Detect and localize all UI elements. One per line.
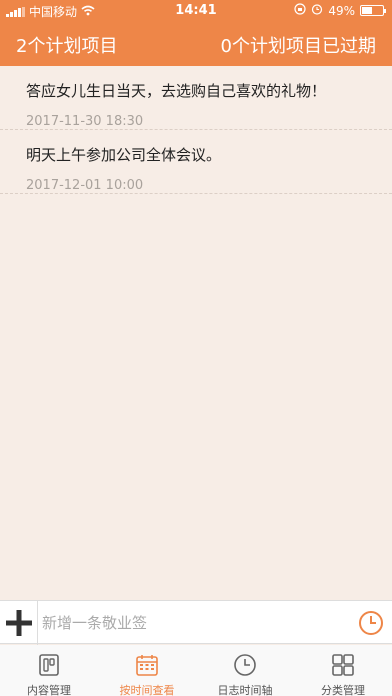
tab-bar: 内容管理 按时间查看 日志时间轴 分类管理 (0, 645, 392, 696)
plan-list: 答应女儿生日当天，去选购自己喜欢的礼物！ 2017-11-30 18:30 明天… (0, 66, 392, 194)
status-right: 49% (294, 3, 386, 18)
list-item[interactable]: 明天上午参加公司全体会议。 2017-12-01 10:00 (0, 130, 392, 194)
header: 2个计划项目 0个计划项目已过期 (0, 26, 392, 62)
battery-percent: 49% (328, 3, 355, 18)
grid-icon (332, 654, 354, 676)
add-button[interactable] (0, 601, 38, 645)
item-title: 明天上午参加公司全体会议。 (26, 146, 222, 164)
plan-count-title: 2个计划项目 (16, 36, 118, 57)
item-time: 2017-12-01 10:00 (26, 178, 144, 193)
tab-label: 日志时间轴 (217, 684, 273, 696)
clock-icon (359, 611, 383, 635)
top-bar: 中国移动 14:41 49% 2个计划项目 0个计划项目已过期 (0, 0, 392, 66)
input-bar (0, 600, 392, 645)
tab-label: 内容管理 (27, 684, 71, 696)
rotation-lock-icon (294, 3, 306, 18)
item-title: 答应女儿生日当天，去选购自己喜欢的礼物！ (26, 82, 327, 100)
tab-label: 按时间查看 (119, 684, 175, 696)
battery-icon (360, 5, 386, 16)
overdue-count-title: 0个计划项目已过期 (220, 36, 376, 57)
list-item[interactable]: 答应女儿生日当天，去选购自己喜欢的礼物！ 2017-11-30 18:30 (0, 66, 392, 130)
calendar-icon (136, 655, 158, 676)
content-icon (39, 654, 59, 676)
status-bar: 中国移动 14:41 49% (0, 0, 392, 22)
new-note-input[interactable] (42, 609, 342, 637)
tab-label: 分类管理 (321, 684, 365, 696)
alarm-icon (311, 3, 323, 18)
tab-by-time[interactable]: 按时间查看 (98, 645, 196, 696)
plus-icon (5, 610, 32, 636)
tab-content-manage[interactable]: 内容管理 (0, 645, 98, 696)
tab-log-timeline[interactable]: 日志时间轴 (196, 645, 294, 696)
clock-icon (234, 654, 256, 676)
item-time: 2017-11-30 18:30 (26, 114, 144, 129)
tab-category-manage[interactable]: 分类管理 (294, 645, 392, 696)
reminder-time-button[interactable] (358, 610, 384, 636)
